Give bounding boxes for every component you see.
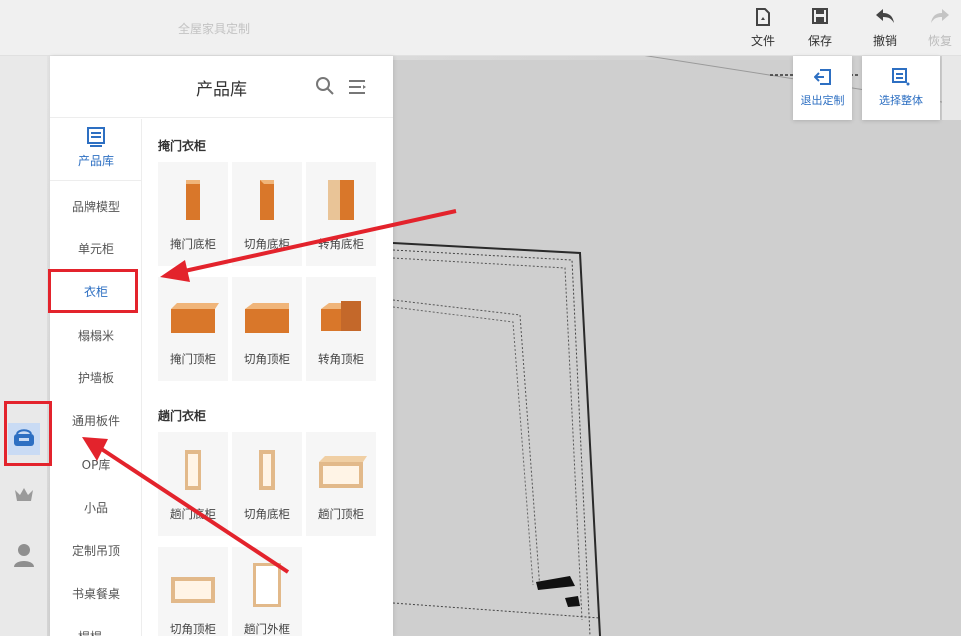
panel-header: 产品库 [50,56,393,118]
crown-rail-button[interactable] [8,481,40,513]
crown-icon [13,486,35,508]
search-icon [315,77,335,100]
exit-custom-label: 退出定制 [800,94,845,107]
product-label: 转角底柜 [318,237,364,251]
product-library-panel: 产品库 产品库 品牌模型 单元柜 衣柜 榻榻米 护墙板 通用板件 OP库 小品 … [50,56,393,636]
product-items: 掩门衣柜 掩门底柜 切角底柜 转角底柜 掩门顶柜 切角顶柜 转角顶柜 趟门衣柜 [143,119,393,636]
corner-cut-top-thumbnail [171,577,215,603]
redo-button[interactable]: 恢复 [917,8,961,50]
corner-cut-sliding-cabinet-thumbnail [259,450,275,490]
product-tile[interactable]: 掩门顶柜 [158,277,228,381]
category-item[interactable]: 定制吊顶 [50,536,142,566]
redo-label: 恢复 [927,34,952,48]
product-label: 趟门外框 [244,622,290,636]
corner-cabinet-thumbnail [328,180,354,220]
product-tile[interactable]: 转角底柜 [306,162,376,266]
product-label: 切角顶柜 [244,352,290,366]
category-item[interactable]: 护墙板 [50,363,142,393]
float-card-edge [942,56,961,120]
top-cabinet-thumbnail [171,303,219,333]
annotation-box-wardrobe [48,269,138,313]
category-item[interactable]: 书桌餐桌 [50,579,142,609]
category-header[interactable]: 产品库 [50,119,142,181]
category-item[interactable]: OP库 [50,450,142,480]
top-toolbar: 全屋家具定制 文件 保存 撤销 恢复 [0,0,961,56]
category-item[interactable]: 通用板件 [50,406,142,436]
product-tile[interactable]: 趟门外框 [232,547,302,636]
product-tile[interactable]: 趟门底柜 [158,432,228,536]
category-item[interactable]: 榻榻米 [50,321,142,351]
product-label: 趟门顶柜 [318,507,364,521]
exit-custom-button[interactable]: 退出定制 [793,56,852,120]
file-label: 文件 [750,34,775,48]
product-label: 掩门底柜 [170,237,216,251]
corner-cut-top-cabinet-thumbnail [245,303,289,333]
product-label: 趟门底柜 [170,507,216,521]
left-icon-rail [0,56,47,636]
library-list-icon [50,127,142,149]
product-tile[interactable]: 趟门顶柜 [306,432,376,536]
product-tile[interactable]: 切角顶柜 [158,547,228,636]
file-button[interactable]: 文件 [740,8,786,50]
corner-cut-cabinet-thumbnail [260,180,274,220]
section-title: 趟门衣柜 [158,409,207,423]
product-label: 切角底柜 [244,507,290,521]
category-item[interactable]: 小品 [50,493,142,523]
exit-icon [793,68,852,88]
sliding-top-cabinet-thumbnail [319,456,367,488]
product-tile[interactable]: 切角底柜 [232,432,302,536]
corner-top-cabinet-thumbnail [321,301,361,331]
product-tile[interactable]: 切角底柜 [232,162,302,266]
category-item[interactable]: 单元柜 [50,234,142,264]
sliding-frame-thumbnail [253,563,281,607]
product-tile[interactable]: 掩门底柜 [158,162,228,266]
search-button[interactable] [315,76,335,96]
category-item[interactable]: 品牌模型 [50,192,142,222]
save-label: 保存 [807,34,832,48]
tall-cabinet-thumbnail [186,180,200,220]
redo-icon [917,8,961,28]
product-label: 转角顶柜 [318,352,364,366]
select-whole-label: 选择整体 [879,94,923,107]
user-icon [14,543,34,571]
product-label: 切角顶柜 [170,622,216,636]
undo-label: 撤销 [872,34,897,48]
save-button[interactable]: 保存 [797,8,843,50]
list-menu-button[interactable] [348,78,368,96]
file-icon [740,8,786,28]
annotation-box-rail [4,401,52,466]
scene-title: 全屋家具定制 [178,22,251,36]
select-whole-button[interactable]: 选择整体 [862,56,940,120]
select-whole-icon [862,68,940,88]
user-rail-button[interactable] [8,541,40,573]
product-label: 掩门顶柜 [170,352,216,366]
category-list: 产品库 品牌模型 单元柜 衣柜 榻榻米 护墙板 通用板件 OP库 小品 定制吊顶… [50,119,142,636]
section-title: 掩门衣柜 [158,139,207,153]
undo-button[interactable]: 撤销 [862,8,908,50]
product-tile[interactable]: 切角顶柜 [232,277,302,381]
product-tile[interactable]: 转角顶柜 [306,277,376,381]
product-label: 切角底柜 [244,237,290,251]
list-menu-icon [348,80,368,100]
panel-title: 产品库 [196,80,247,100]
save-icon [797,8,843,28]
category-header-label: 产品库 [77,154,114,168]
undo-icon [862,8,908,28]
sliding-base-cabinet-thumbnail [185,450,201,490]
category-item[interactable]: 榻榻… [50,622,142,636]
